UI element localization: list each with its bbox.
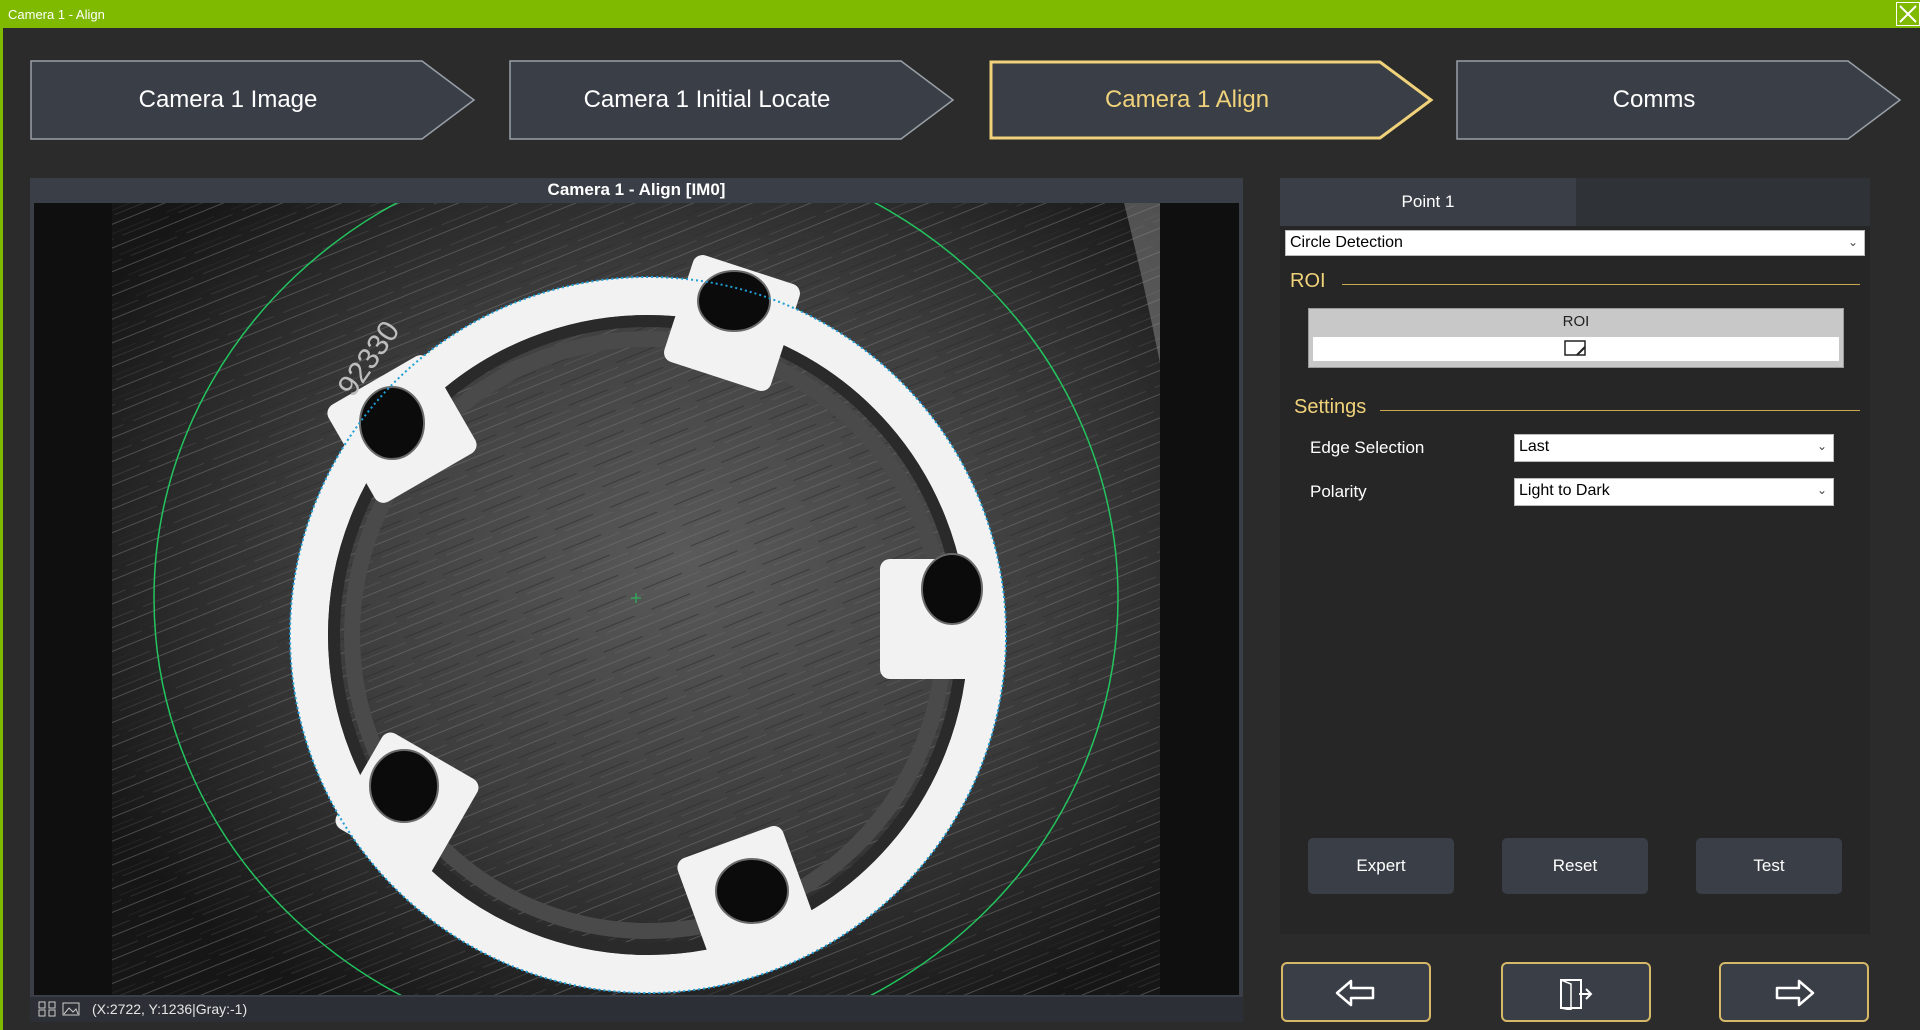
close-button[interactable]	[1896, 2, 1920, 26]
step-label: Camera 1 Initial Locate	[583, 86, 831, 113]
chevron-down-icon: ⌄	[1816, 439, 1827, 453]
image-panel: Camera 1 - Align [IM0] 92330 (X:2722, Y:…	[30, 178, 1243, 1022]
window-title: Camera 1 - Align	[8, 7, 105, 22]
arrow-left-icon	[1335, 979, 1375, 1007]
arrow-right-icon	[1775, 979, 1815, 1007]
roi-group-title: ROI	[1290, 270, 1326, 292]
settings-group-title: Settings	[1294, 396, 1367, 418]
edge-selection-label: Edge Selection	[1310, 438, 1425, 457]
point-tab-bar: Point 1	[1280, 178, 1870, 226]
window-border	[0, 28, 3, 1030]
next-button[interactable]	[1719, 962, 1869, 1022]
divider	[1380, 410, 1860, 411]
expert-button[interactable]: Expert	[1308, 838, 1454, 894]
roi-control: ROI	[1308, 308, 1844, 368]
image-title: Camera 1 - Align [IM0]	[547, 180, 726, 199]
back-button[interactable]	[1281, 962, 1431, 1022]
step-label: Comms	[1612, 86, 1696, 113]
cursor-coordinates: (X:2722, Y:1236|Gray:-1)	[92, 1001, 248, 1017]
close-icon	[1899, 5, 1917, 23]
polarity-value: Light to Dark	[1519, 482, 1610, 499]
step-label: Camera 1 Image	[138, 86, 318, 113]
image-status-bar: (X:2722, Y:1236|Gray:-1)	[30, 997, 1243, 1022]
title-bar: Camera 1 - Align	[0, 0, 1920, 28]
exit-button[interactable]	[1501, 962, 1651, 1022]
roi-edit-icon[interactable]	[1563, 339, 1589, 359]
edge-selection-value: Last	[1519, 438, 1550, 455]
step-comms[interactable]: Comms	[1456, 60, 1902, 140]
polarity-label: Polarity	[1310, 482, 1367, 501]
tool-select-value: Circle Detection	[1290, 234, 1403, 251]
roi-label: ROI	[1562, 313, 1590, 330]
tab-point-1[interactable]: Point 1	[1280, 178, 1576, 226]
settings-panel: Point 1 Circle Detection ⌄ ROI ROI Setti…	[1280, 178, 1870, 934]
step-label: Camera 1 Align	[1104, 86, 1270, 113]
divider	[1342, 284, 1860, 285]
camera-image: 92330	[34, 203, 1239, 995]
step-initial-locate[interactable]: Camera 1 Initial Locate	[509, 60, 955, 140]
roi-edit-field[interactable]	[1313, 337, 1839, 361]
test-button[interactable]: Test	[1696, 838, 1842, 894]
tool-select[interactable]: Circle Detection ⌄	[1285, 230, 1865, 256]
edge-selection-select[interactable]: Last ⌄	[1514, 434, 1834, 462]
chevron-down-icon: ⌄	[1847, 235, 1858, 249]
reset-button[interactable]: Reset	[1502, 838, 1648, 894]
fit-view-icon[interactable]	[38, 1001, 56, 1017]
polarity-select[interactable]: Light to Dark ⌄	[1514, 478, 1834, 506]
camera-image-view[interactable]: 92330	[34, 203, 1239, 995]
chevron-down-icon: ⌄	[1816, 483, 1827, 497]
step-camera-image[interactable]: Camera 1 Image	[30, 60, 476, 140]
exit-door-icon	[1560, 978, 1593, 1010]
step-align[interactable]: Camera 1 Align	[989, 60, 1435, 140]
image-icon[interactable]	[62, 1001, 80, 1017]
